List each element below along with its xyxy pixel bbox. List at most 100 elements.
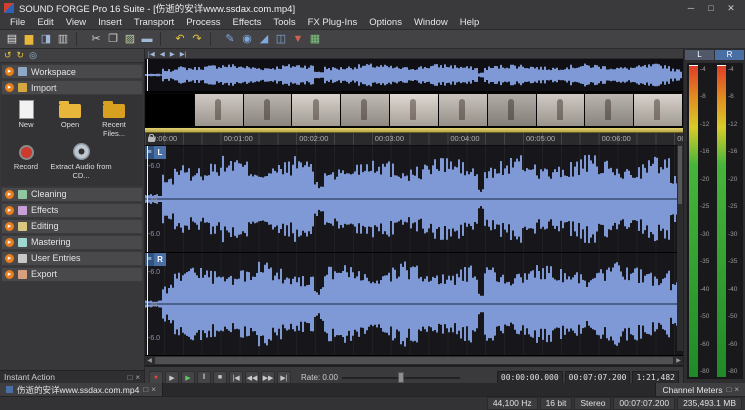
close-icon[interactable]: × — [135, 373, 140, 382]
undo-icon[interactable]: ↶ — [172, 31, 188, 47]
import-item-open[interactable]: Open — [49, 99, 91, 138]
envelope-tool-icon[interactable]: ◢ — [256, 31, 272, 47]
meter-scale-label: -40 — [700, 287, 709, 294]
redo-history-icon[interactable]: ↻ — [17, 50, 25, 61]
menu-item-view[interactable]: View — [60, 17, 92, 28]
section-header-mastering[interactable]: ▸Mastering — [1, 235, 143, 250]
waveform-overview[interactable] — [145, 59, 683, 92]
dock-icon[interactable]: □ — [726, 385, 731, 394]
section-header-user-entries[interactable]: ▸User Entries — [1, 251, 143, 266]
db-scale-label: -inf. — [148, 197, 160, 204]
maximize-button[interactable]: □ — [701, 3, 721, 14]
scrollbar-thumb[interactable] — [678, 146, 682, 204]
menu-item-window[interactable]: Window — [408, 17, 454, 28]
meter-scale-label: -60 — [728, 342, 737, 349]
menu-item-process[interactable]: Process — [180, 17, 226, 28]
undo-history-icon[interactable]: ↺ — [4, 50, 12, 61]
expand-arrow-icon[interactable]: ▸ — [5, 67, 14, 76]
expand-arrow-icon[interactable]: ▸ — [5, 238, 14, 247]
marker-tool-icon[interactable]: ▼ — [290, 31, 306, 47]
previous-marker-icon[interactable]: ◀ — [160, 50, 165, 58]
expand-arrow-icon[interactable]: ▸ — [5, 254, 14, 263]
find-icon[interactable]: ◎ — [29, 50, 37, 61]
save-icon[interactable]: ◨ — [38, 31, 54, 47]
slider-handle[interactable] — [398, 372, 404, 383]
dock-icon[interactable]: □ — [143, 385, 148, 394]
render-as-icon[interactable]: ▥ — [55, 31, 71, 47]
instant-action-tab[interactable]: Instant Action □ × — [0, 370, 144, 383]
section-header-export[interactable]: ▸Export — [1, 267, 143, 282]
meter-scale-label: -35 — [728, 259, 737, 266]
import-panel: NewOpenRecent Files... RecordExtract Audi… — [1, 95, 143, 186]
import-item-new[interactable]: New — [5, 99, 47, 138]
meter-scale-label: -16 — [700, 149, 709, 156]
menu-item-file[interactable]: File — [4, 17, 31, 28]
paste-icon[interactable]: ▨ — [122, 31, 138, 47]
ruler-time-label: 00:03:00 — [375, 134, 404, 143]
meter-scale-label: -8 — [728, 94, 734, 101]
menu-item-tools[interactable]: Tools — [267, 17, 301, 28]
menu-item-options[interactable]: Options — [363, 17, 408, 28]
section-label: Import — [31, 83, 57, 93]
copy-icon[interactable]: ❐ — [105, 31, 121, 47]
record-icon — [19, 145, 34, 160]
menu-item-insert[interactable]: Insert — [92, 17, 128, 28]
import-item-record[interactable]: Record — [5, 141, 47, 180]
video-thumbnail — [195, 94, 243, 126]
next-marker-icon[interactable]: ▶ — [170, 50, 175, 58]
scrollbar-thumb[interactable] — [155, 357, 673, 364]
trim-icon[interactable]: ▬ — [139, 31, 155, 47]
right-channel-tag[interactable]: ≡ R — [145, 253, 166, 266]
waveform-left[interactable] — [145, 146, 683, 252]
magnify-tool-icon[interactable]: ◉ — [239, 31, 255, 47]
video-thumbnail — [390, 94, 438, 126]
left-channel-tag[interactable]: ≡ L — [145, 146, 166, 159]
redo-icon[interactable]: ↷ — [189, 31, 205, 47]
rate-slider[interactable] — [342, 372, 460, 383]
expand-arrow-icon[interactable]: ▸ — [5, 190, 14, 199]
menu-item-effects[interactable]: Effects — [227, 17, 268, 28]
expand-arrow-icon[interactable]: ▸ — [5, 270, 14, 279]
go-to-start-icon[interactable]: |◀ — [148, 50, 155, 58]
channel-meters-tab[interactable]: Channel Meters □ × — [655, 383, 745, 396]
section-header-cleaning[interactable]: ▸Cleaning — [1, 187, 143, 202]
overview-waveform[interactable] — [145, 59, 683, 91]
waveform-right[interactable] — [145, 253, 683, 355]
snap-toggle-icon[interactable]: ▦ — [307, 31, 323, 47]
new-file-icon[interactable]: ▤ — [4, 31, 20, 47]
dock-icon[interactable]: □ — [127, 373, 132, 382]
time-ruler[interactable]: 00:00:0000:01:0000:02:0000:03:0000:04:00… — [145, 133, 683, 146]
expand-arrow-icon[interactable]: ▸ — [5, 222, 14, 231]
cut-icon[interactable]: ✂ — [88, 31, 104, 47]
left-channel-waveform[interactable]: ≡ L -6.0-inf.-6.0 — [145, 146, 683, 253]
menu-item-edit[interactable]: Edit — [31, 17, 59, 28]
expand-arrow-icon[interactable]: ▸ — [5, 83, 14, 92]
minimize-button[interactable]: ─ — [681, 3, 701, 14]
close-button[interactable]: ✕ — [721, 3, 741, 14]
section-header-import[interactable]: ▸ Import — [1, 80, 143, 95]
open-folder-icon[interactable]: ▆ — [21, 31, 37, 47]
expand-arrow-icon[interactable]: ▸ — [5, 206, 14, 215]
import-item-recent-files[interactable]: Recent Files... — [93, 99, 135, 138]
edit-tool-icon[interactable]: ✎ — [222, 31, 238, 47]
import-item-extract-audio-from-cd[interactable]: Extract Audio from CD... — [49, 141, 113, 180]
scroll-right-icon[interactable]: ▶ — [674, 357, 683, 364]
vertical-scrollbar[interactable] — [677, 143, 683, 351]
sidebar-sections: ▸Workspace▸ImportNewOpenRecent Files...R… — [0, 64, 144, 282]
event-tool-icon[interactable]: ◫ — [273, 31, 289, 47]
section-header-effects[interactable]: ▸Effects — [1, 203, 143, 218]
close-icon[interactable]: × — [734, 385, 739, 394]
close-icon[interactable]: × — [151, 385, 156, 394]
menu-item-help[interactable]: Help — [454, 17, 486, 28]
window-controls: ─ □ ✕ — [681, 3, 741, 14]
right-channel-waveform[interactable]: ≡ R -6.0-inf.-6.0 — [145, 253, 683, 356]
section-header-editing[interactable]: ▸Editing — [1, 219, 143, 234]
scroll-left-icon[interactable]: ◀ — [145, 357, 154, 364]
document-tab[interactable]: 伤逝的安详www.ssdax.com.mp4 □ × — [0, 383, 163, 396]
meter-scale-label: -60 — [700, 342, 709, 349]
horizontal-scrollbar[interactable]: ◀ ▶ — [145, 356, 683, 366]
section-header-workspace[interactable]: ▸Workspace — [1, 64, 143, 79]
menu-item-fx-plug-ins[interactable]: FX Plug-Ins — [302, 17, 364, 28]
go-to-end-icon[interactable]: ▶| — [180, 50, 187, 58]
menu-item-transport[interactable]: Transport — [128, 17, 180, 28]
